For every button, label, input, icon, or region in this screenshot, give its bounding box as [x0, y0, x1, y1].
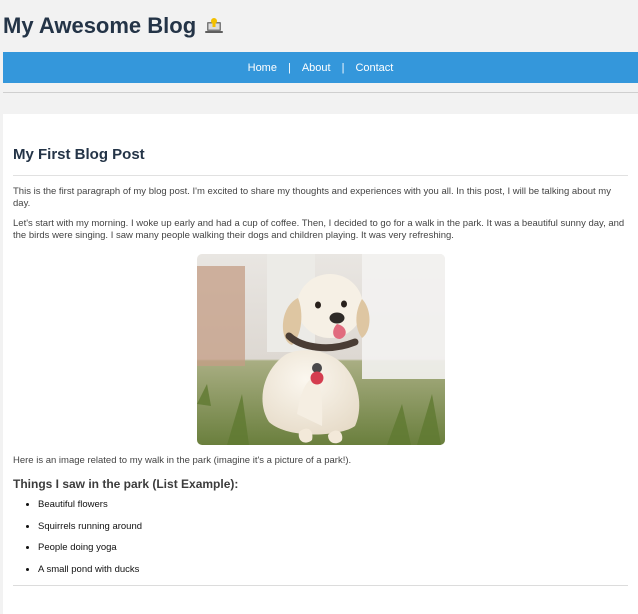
blog-post-card: My First Blog Post This is the first par… [3, 114, 638, 614]
list-title: Things I saw in the park (List Example): [13, 477, 239, 491]
title-divider [13, 175, 628, 176]
main-nav: Home | About | Contact [3, 52, 638, 83]
nav-about-link[interactable]: About [302, 62, 331, 74]
image-caption: Here is an image related to my walk in t… [13, 455, 352, 466]
post-paragraph: This is the first paragraph of my blog p… [13, 186, 611, 209]
things-list: Beautiful flowers Squirrels running arou… [13, 499, 628, 576]
post-title: My First Blog Post [13, 146, 145, 163]
nav-separator: | [287, 61, 291, 74]
site-header: My Awesome Blog [0, 0, 638, 52]
puppy-photo [196, 254, 445, 445]
site-title-text: My Awesome Blog [3, 13, 197, 38]
list-item: A small pond with ducks [38, 564, 628, 576]
site-title: My Awesome Blog [3, 13, 224, 39]
header-divider [3, 92, 638, 93]
bottom-divider [13, 585, 628, 586]
nav-contact-link[interactable]: Contact [355, 62, 393, 74]
list-item: Beautiful flowers [38, 499, 628, 511]
laptop-icon [204, 16, 224, 36]
list-item: People doing yoga [38, 542, 628, 554]
nav-home-link[interactable]: Home [248, 62, 277, 74]
list-item: Squirrels running around [38, 521, 628, 533]
nav-separator: | [341, 61, 345, 74]
post-paragraph: Let's start with my morning. I woke up e… [13, 218, 625, 241]
